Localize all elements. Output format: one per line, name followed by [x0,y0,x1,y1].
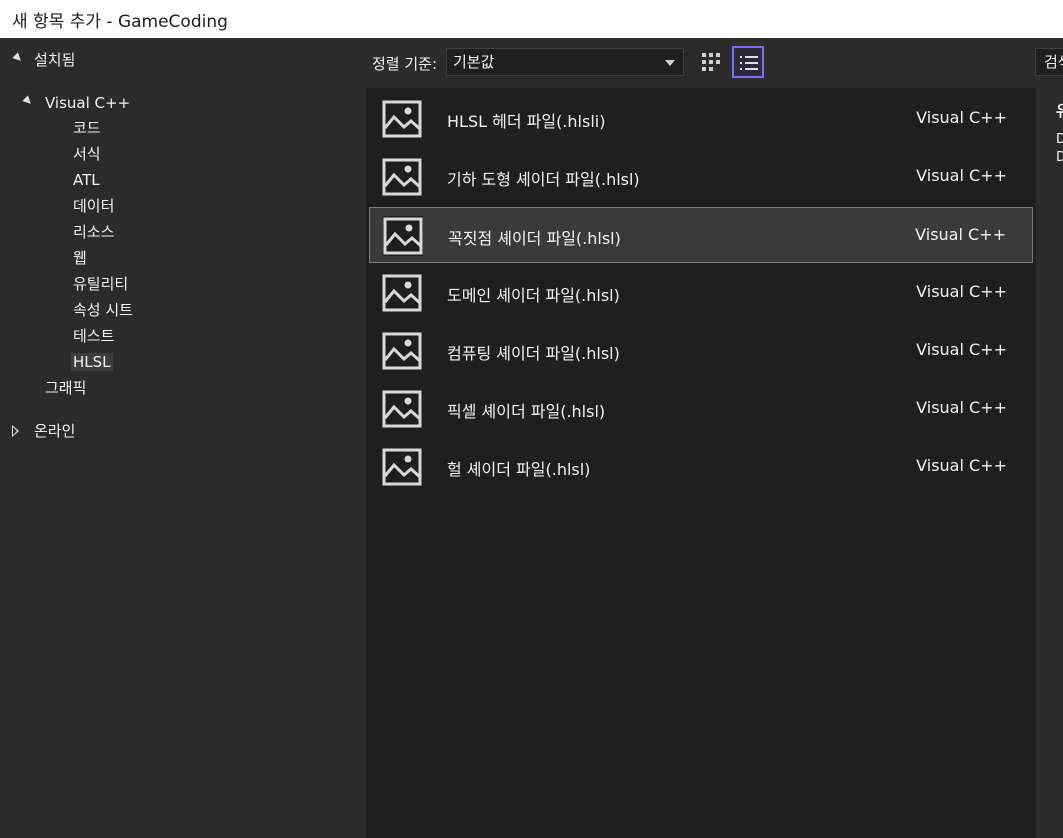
template-language: Visual C++ [916,340,1007,359]
template-language: Visual C++ [915,225,1006,244]
tree-item-property-sheet[interactable]: 속성 시트 [73,298,133,322]
details-type: 유 [1056,102,1063,120]
tree-item-label: 속성 시트 [73,301,133,319]
tree-item-label: ATL [73,171,100,189]
template-language: Visual C++ [916,282,1007,301]
image-icon [382,158,422,196]
tree-item-code[interactable]: 코드 [73,116,101,140]
template-name: 헐 셰이더 파일(.hlsl) [447,460,591,479]
image-icon [382,332,422,370]
tree-item-test[interactable]: 테스트 [73,324,114,348]
sort-dropdown[interactable]: 기본값 [446,48,684,76]
details-line: D [1056,150,1063,165]
tree-item-web[interactable]: 웹 [73,246,87,270]
caret-right-icon[interactable] [12,425,19,437]
image-icon [383,216,423,256]
image-icon [382,448,422,486]
tree-item-label: 유틸리티 [73,275,129,293]
template-name: HLSL 헤더 파일(.hlsli) [447,112,606,131]
tree-item-label: 서식 [73,145,101,163]
tree-item-resource[interactable]: 리소스 [73,220,114,244]
template-item-selected[interactable]: 꼭짓점 셰이더 파일(.hlsl) Visual C++ [369,207,1033,263]
search-input[interactable]: 검색 [1035,48,1063,76]
tree-label-visual-cpp: Visual C++ [45,94,131,112]
template-name: 픽셀 셰이더 파일(.hlsl) [447,402,606,421]
tree-item-label: 웹 [73,249,87,267]
template-item[interactable]: 기하 도형 셰이더 파일(.hlsl) Visual C++ [369,149,1033,205]
window-title: 새 항목 추가 - GameCoding [12,12,228,32]
tree-item-format[interactable]: 서식 [73,142,101,166]
tree-item-label: HLSL [71,353,113,371]
grid-view-button[interactable] [695,46,727,78]
caret-down-icon[interactable] [22,95,34,107]
tree-item-utility[interactable]: 유틸리티 [73,272,128,296]
image-icon [382,390,422,428]
list-view-icon [740,55,758,71]
list-toolbar: 정렬 기준: 기본값 [366,38,1063,88]
grid-view-icon [702,53,720,71]
tree-item-label: 코드 [73,119,101,137]
details-panel: 유 D D [1036,88,1063,838]
template-item[interactable]: 컴퓨팅 셰이더 파일(.hlsl) Visual C++ [369,323,1033,379]
template-name: 기하 도형 셰이더 파일(.hlsl) [447,170,640,189]
template-item[interactable]: 픽셀 셰이더 파일(.hlsl) Visual C++ [369,381,1033,437]
list-view-button[interactable] [732,46,764,78]
tree-item-hlsl[interactable]: HLSL [71,350,113,374]
template-tree-panel: 설치됨 Visual C++ 코드 서식 ATL 데이터 리소스 웹 유틸리티 … [0,38,366,838]
template-list: HLSL 헤더 파일(.hlsli) Visual C++ 기하 도형 셰이더 … [366,88,1036,838]
template-language: Visual C++ [916,166,1007,185]
tree-item-label: 데이터 [73,197,115,215]
template-item[interactable]: 도메인 셰이더 파일(.hlsl) Visual C++ [369,265,1033,321]
tree-item-label: 테스트 [73,327,115,345]
details-line: D [1056,132,1063,147]
tree-item-label: 리소스 [73,223,115,241]
template-name: 컴퓨팅 셰이더 파일(.hlsl) [447,344,620,363]
tree-item-atl[interactable]: ATL [73,168,100,192]
tree-label-online: 온라인 [34,422,76,440]
template-language: Visual C++ [916,108,1007,127]
search-placeholder: 검색 [1044,53,1063,71]
image-icon [382,274,422,312]
template-name: 도메인 셰이더 파일(.hlsl) [447,286,620,305]
caret-down-icon[interactable] [12,52,24,64]
chevron-down-icon [665,60,675,66]
window-titlebar: 새 항목 추가 - GameCoding [0,0,1063,38]
template-language: Visual C++ [916,456,1007,475]
sort-value: 기본값 [453,53,495,71]
sort-label: 정렬 기준: [372,55,438,73]
template-item[interactable]: 헐 셰이더 파일(.hlsl) Visual C++ [369,439,1033,495]
tree-label-graphics: 그래픽 [45,379,87,397]
tree-label-installed: 설치됨 [34,51,76,69]
image-icon [382,100,422,138]
template-name: 꼭짓점 셰이더 파일(.hlsl) [448,229,621,248]
template-item[interactable]: HLSL 헤더 파일(.hlsli) Visual C++ [369,91,1033,147]
tree-node-graphics[interactable]: 그래픽 [45,376,86,400]
template-language: Visual C++ [916,398,1007,417]
tree-item-data[interactable]: 데이터 [73,194,114,218]
